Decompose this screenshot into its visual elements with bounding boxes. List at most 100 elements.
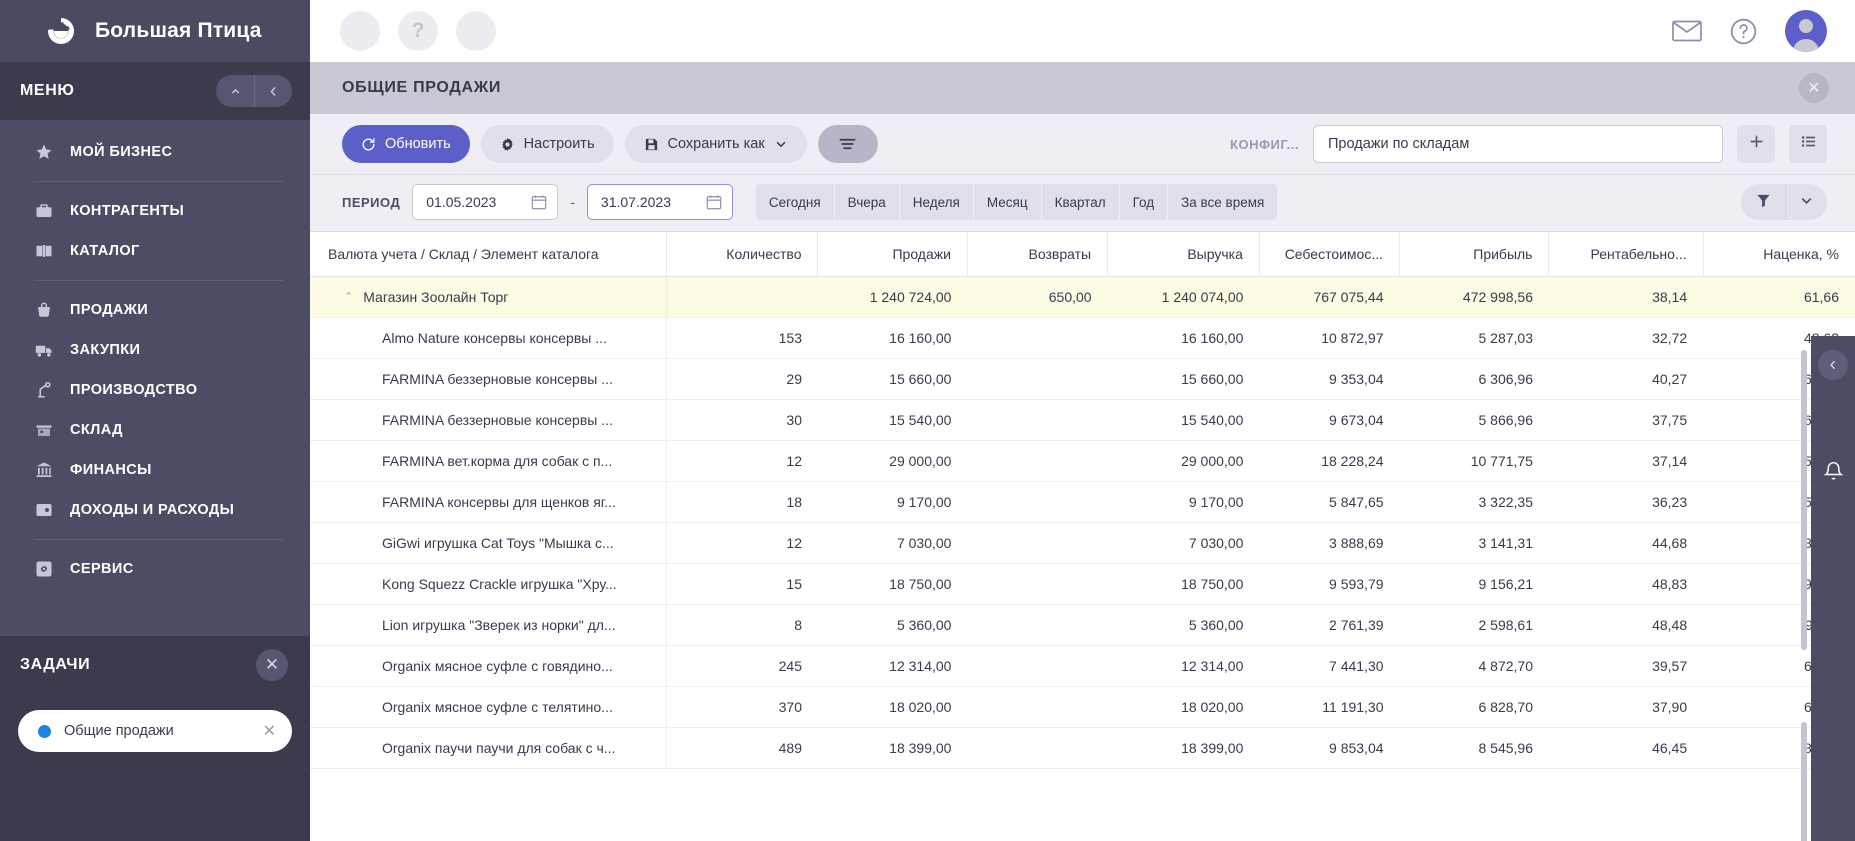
sidebar-item-service[interactable]: СЕРВИС [0, 549, 310, 589]
cell-profit: 8 545,96 [1399, 727, 1549, 769]
cell-profitability: 40,27 [1548, 358, 1704, 400]
cell-sales: 18 020,00 [817, 686, 968, 728]
sidebar-item-income-expenses[interactable]: ДОХОДЫ И РАСХОДЫ [0, 490, 310, 530]
cell-name: FARMINA беззерновые консервы ... [310, 399, 667, 441]
filter-button[interactable] [1741, 184, 1785, 220]
table-row[interactable]: FARMINA беззерновые консервы ... 29 15 660… [310, 358, 1855, 400]
scrollbar-vertical-inner[interactable] [1801, 722, 1807, 841]
column-header-cost[interactable]: Себестоимос... [1259, 232, 1401, 277]
mail-icon[interactable] [1672, 19, 1702, 43]
cell-profit: 6 306,96 [1399, 358, 1549, 400]
quick-range-month[interactable]: Месяц [972, 184, 1041, 220]
chevron-left-icon[interactable] [1818, 350, 1848, 380]
table-header: Валюта учета / Склад / Элемент каталога … [310, 232, 1855, 277]
brand-header[interactable]: Большая Птица [0, 0, 310, 62]
sidebar-item-label: ЗАКУПКИ [70, 342, 141, 358]
avatar[interactable] [1785, 10, 1827, 52]
date-to-field[interactable]: 31.07.2023 [586, 184, 733, 220]
table-row[interactable]: GiGwi игрушка Cat Toys "Мышка с... 12 7 03… [310, 522, 1855, 564]
group-label: Магазин Зоолайн Торг [363, 289, 509, 305]
question-circle-icon[interactable] [1730, 18, 1757, 45]
column-header-quantity[interactable]: Количество [666, 232, 819, 277]
sidebar-item-counterparties[interactable]: КОНТРАГЕНТЫ [0, 191, 310, 231]
quick-range-quarter[interactable]: Квартал [1040, 184, 1119, 220]
table-row[interactable]: Kong Squezz Crackle игрушка "Хру... 15 18 … [310, 563, 1855, 605]
close-icon[interactable]: ✕ [263, 721, 276, 741]
quick-range-today[interactable]: Сегодня [755, 184, 834, 220]
report-table-container[interactable]: Валюта учета / Склад / Элемент каталога … [310, 232, 1855, 841]
table-group-row[interactable]: ⌃ Магазин Зоолайн Торг 1 240 724,00 650,00 1… [310, 276, 1855, 318]
chevron-up-icon[interactable] [216, 75, 254, 107]
sidebar-item-purchases[interactable]: ЗАКУПКИ [0, 330, 310, 370]
table-row[interactable]: FARMINA вет.корма для собак с п... 12 29 0… [310, 440, 1855, 482]
column-header-markup[interactable]: Наценка, % [1703, 232, 1855, 277]
add-config-button[interactable] [1737, 125, 1775, 163]
quick-range-all-time[interactable]: За все время [1167, 184, 1278, 220]
refresh-button[interactable]: Обновить [342, 125, 470, 163]
item-label: Organix мясное суфле с телятино... [382, 699, 613, 715]
column-header-profitability[interactable]: Рентабельно... [1548, 232, 1704, 277]
calendar-icon[interactable] [531, 194, 547, 210]
sidebar-item-finance[interactable]: ФИНАНСЫ [0, 450, 310, 490]
help-circle-icon[interactable]: ? [398, 11, 438, 51]
table-row[interactable]: Lion игрушка "Зверек из норки" дл... 8 5 3… [310, 604, 1855, 646]
table-row[interactable]: FARMINA консервы для щенков яг... 18 9 170… [310, 481, 1855, 523]
cell-cost: 9 853,04 [1259, 727, 1400, 769]
table-row[interactable]: Organix паучи паучи для собак с ч... 489 1… [310, 727, 1855, 769]
sidebar-divider [34, 280, 284, 281]
config-input[interactable] [1313, 125, 1723, 163]
list-item[interactable]: Общие продажи ✕ [18, 710, 292, 752]
chevron-up-icon[interactable]: ⌃ [344, 291, 353, 303]
calendar-icon[interactable] [706, 194, 722, 210]
sidebar-item-label: СЕРВИС [70, 561, 134, 577]
bell-icon[interactable] [1811, 460, 1855, 482]
cell-returns [967, 645, 1108, 687]
sidebar-item-label: КОНТРАГЕНТЫ [70, 203, 185, 219]
chevron-left-icon[interactable] [254, 75, 292, 107]
cell-profit: 472 998,56 [1399, 276, 1549, 318]
sidebar-item-catalog[interactable]: КАТАЛОГ [0, 231, 310, 271]
column-header-revenue[interactable]: Выручка [1107, 232, 1260, 277]
filter-dropdown-button[interactable] [1785, 184, 1827, 220]
placeholder-circle-icon[interactable] [456, 11, 496, 51]
top-bar: ? [310, 0, 1855, 62]
scrollbar-vertical-outer[interactable] [1801, 350, 1807, 650]
bank-icon [34, 460, 54, 480]
cell-quantity [666, 276, 818, 318]
table-row[interactable]: FARMINA беззерновые консервы ... 30 15 540… [310, 399, 1855, 441]
briefcase-icon [34, 201, 54, 221]
quick-range-year[interactable]: Год [1118, 184, 1168, 220]
bird-logo-icon [40, 10, 82, 52]
close-icon[interactable]: ✕ [256, 649, 288, 681]
date-from-field[interactable]: 01.05.2023 [412, 184, 559, 220]
config-list-button[interactable] [1789, 125, 1827, 163]
period-bar: ПЕРИОД 01.05.2023 - 31.07.2023 Сегодня В… [310, 175, 1855, 232]
cell-name: Organix мясное суфле с говядино... [310, 645, 667, 687]
report-table: Валюта учета / Склад / Элемент каталога … [310, 232, 1855, 769]
column-header-sales[interactable]: Продажи [817, 232, 968, 277]
sidebar-item-production[interactable]: ПРОИЗВОДСТВО [0, 370, 310, 410]
table-row[interactable]: Organix мясное суфле с говядино... 245 12 … [310, 645, 1855, 687]
gear-icon [34, 559, 54, 579]
sidebar-item-warehouse[interactable]: СКЛАД [0, 410, 310, 450]
date-from-value: 01.05.2023 [426, 194, 497, 210]
quick-range-week[interactable]: Неделя [898, 184, 973, 220]
quick-range-yesterday[interactable]: Вчера [833, 184, 899, 220]
close-icon[interactable]: ✕ [1799, 73, 1829, 103]
placeholder-circle-icon[interactable] [340, 11, 380, 51]
table-row[interactable]: Almo Nature консервы консервы ... 153 16 1… [310, 317, 1855, 359]
table-row[interactable]: Organix мясное суфле с телятино... 370 18 … [310, 686, 1855, 728]
app-root: Большая Птица МЕНЮ МОЙ БИЗНЕС КОНТРАГЕНТ… [0, 0, 1855, 841]
tasks-header: ЗАДАЧИ ✕ [0, 636, 310, 694]
column-header-catalog[interactable]: Валюта учета / Склад / Элемент каталога [310, 232, 667, 277]
settings-button[interactable]: Настроить [480, 125, 614, 163]
cell-quantity: 245 [666, 645, 818, 687]
save-as-button[interactable]: Сохранить как [624, 125, 807, 163]
cell-sales: 1 240 724,00 [817, 276, 968, 318]
sidebar-item-sales[interactable]: ПРОДАЖИ [0, 290, 310, 330]
view-options-button[interactable] [817, 125, 878, 163]
floppy-disk-icon [644, 137, 659, 152]
column-header-returns[interactable]: Возвраты [967, 232, 1109, 277]
column-header-profit[interactable]: Прибыль [1399, 232, 1550, 277]
sidebar-item-my-business[interactable]: МОЙ БИЗНЕС [0, 132, 310, 172]
